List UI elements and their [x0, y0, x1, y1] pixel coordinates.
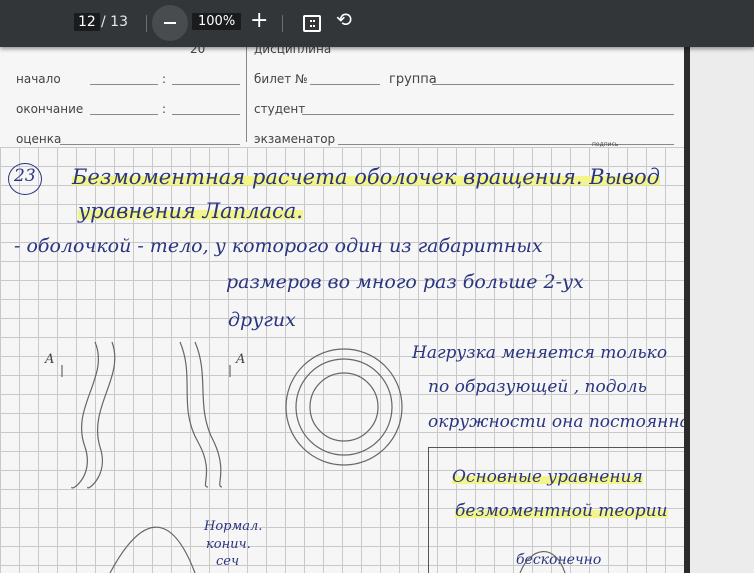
- fit-page-icon[interactable]: [303, 15, 321, 32]
- shell-sketches: [61, 341, 566, 573]
- pdf-toolbar: 12 / 13 100% + ⟲: [0, 0, 754, 47]
- page-total: / 13: [101, 14, 128, 30]
- page-margin: [690, 47, 754, 573]
- zoom-out-button[interactable]: [152, 5, 188, 41]
- zoom-in-button[interactable]: +: [250, 8, 268, 33]
- divider: [282, 15, 283, 32]
- page-number-input[interactable]: 12: [74, 13, 100, 31]
- zoom-level-input[interactable]: 100%: [192, 13, 242, 30]
- rotate-icon[interactable]: ⟲: [336, 9, 352, 31]
- pdf-page: 20 дисциплина начало : окончание : оценк…: [0, 47, 690, 573]
- divider: [146, 15, 147, 32]
